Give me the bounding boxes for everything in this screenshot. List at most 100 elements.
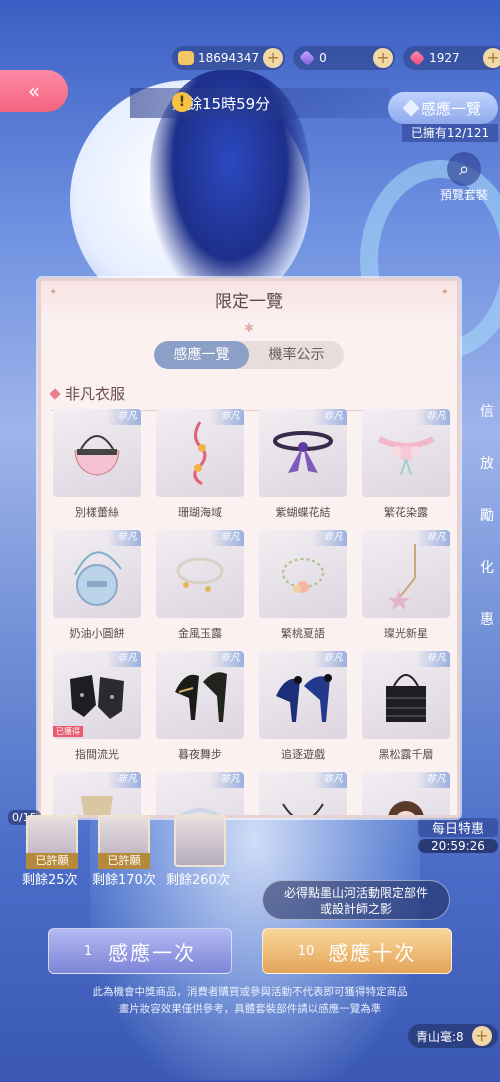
modal-tabs: 感應一覽 機率公示 <box>154 341 344 369</box>
chain-icon: 非凡 <box>53 772 141 815</box>
back-button[interactable]: « <box>0 70 68 112</box>
item-label: 金風玉露 <box>178 627 222 640</box>
grid-item[interactable]: 非凡 <box>259 772 347 815</box>
tiara-icon: 非凡 <box>156 772 244 815</box>
rarity-badge: 非凡 <box>107 772 141 788</box>
corner-ornament-icon: ✦ <box>49 287 58 298</box>
grid-item[interactable]: 非凡 <box>156 772 244 815</box>
remaining-count: 剩餘170次 <box>92 873 156 888</box>
daily-deal-time: 20:59:26 <box>418 839 498 853</box>
corner-ornament-icon: ✦ <box>440 287 449 298</box>
wish-status: 已許願 <box>98 853 150 869</box>
grid-item[interactable]: 非凡 黑松露千層 <box>362 651 450 764</box>
disclaimer-line: 此為機會中獎商品，消費者購買或參與活動不代表即可獲得特定商品 <box>92 986 408 998</box>
heels-icon: 非凡 <box>156 651 244 739</box>
diamond-bullet-icon <box>49 387 61 400</box>
draw-once-button[interactable]: 1 感應一次 <box>48 928 232 974</box>
guarantee-banner: 必得點墨山河活動限定部件 或設計師之影 <box>262 880 450 920</box>
add-gem-button[interactable]: + <box>483 48 500 68</box>
tab-probability[interactable]: 機率公示 <box>249 341 344 369</box>
handbag-icon: 非凡 <box>53 409 141 497</box>
grid-item[interactable]: 非凡 <box>53 772 141 815</box>
modal-title: 限定一覽 <box>41 281 457 323</box>
tab-induction-list[interactable]: 感應一覽 <box>154 341 249 369</box>
grid-item[interactable]: 非凡 繁桃夏語 <box>259 530 347 643</box>
grid-item[interactable]: 非凡 金風玉露 <box>156 530 244 643</box>
draw-cost: 1 <box>83 943 93 959</box>
event-timer: 剩餘15時59分 <box>130 88 390 118</box>
item-grid: 非凡 別樣蕾絲 非凡 珊瑚海域 非凡 紫蝴蝶花結 非凡 繁花染露 非凡 奶油小圓… <box>53 409 451 815</box>
preview-label: 預覽套裝 <box>439 188 488 202</box>
gem-counter: 1927 + <box>403 46 500 70</box>
rarity-badge: 非凡 <box>107 530 141 546</box>
rarity-badge: 非凡 <box>416 651 450 667</box>
grid-item[interactable]: 非凡 紫蝴蝶花結 <box>259 409 347 522</box>
blue-heels-icon: 非凡 <box>259 651 347 739</box>
induction-list-button[interactable]: 感應一覽 <box>388 92 498 124</box>
necklace-icon: 非凡 <box>259 772 347 815</box>
obtained-tag: 已獲得 <box>53 726 83 737</box>
grid-item[interactable]: 非凡 暮夜舞步 <box>156 651 244 764</box>
rarity-badge: 非凡 <box>313 409 347 425</box>
double-chevron-left-icon: « <box>27 79 41 103</box>
grid-item[interactable]: 非凡 璨光新星 <box>362 530 450 643</box>
bracelet-icon: 非凡 <box>156 530 244 618</box>
rarity-badge: 非凡 <box>416 409 450 425</box>
daily-deal-title: 每日特惠 <box>418 818 498 837</box>
section-header: 非凡衣服 <box>49 383 457 404</box>
grid-item[interactable]: 非凡 珊瑚海域 <box>156 409 244 522</box>
add-coin-button[interactable]: + <box>263 48 284 68</box>
item-label: 奶油小圓餅 <box>69 627 125 640</box>
grid-item[interactable]: 非凡 <box>362 772 450 815</box>
bracelet-beads-icon: 非凡 <box>259 530 347 618</box>
rarity-badge: 非凡 <box>313 530 347 546</box>
rarity-badge: 非凡 <box>210 772 244 788</box>
item-label: 黑松露千層 <box>378 748 434 761</box>
coin-icon <box>178 51 194 65</box>
rarity-badge: 非凡 <box>313 772 347 788</box>
portrait-avatar[interactable] <box>174 815 226 867</box>
star-earring-icon: 非凡 <box>362 530 450 618</box>
remaining-count: 剩餘260次 <box>166 873 230 888</box>
hairstyle-icon: 非凡 <box>362 772 450 815</box>
diamond-icon <box>402 99 420 117</box>
draw-ten-button[interactable]: 10 感應十次 <box>262 928 452 974</box>
currency-bar: 18694347 + 0 + 1927 + <box>172 46 500 70</box>
add-diamond-button[interactable]: + <box>373 48 394 68</box>
diamond-icon <box>299 50 316 66</box>
coral-earring-icon: 非凡 <box>156 409 244 497</box>
draw-cost: 10 <box>297 943 315 959</box>
black-bag-icon: 非凡 <box>362 651 450 739</box>
grid-item[interactable]: 非凡 追逐遊戲 <box>259 651 347 764</box>
limited-list-modal: ✦ ✦ 限定一覽 ✱ 感應一覽 機率公示 非凡衣服 非凡 別樣蕾絲 非凡 珊瑚海… <box>38 278 460 818</box>
choker-icon: 非凡 <box>259 409 347 497</box>
coin-counter: 18694347 + <box>172 46 286 70</box>
item-count-label: 青山毫:8 <box>416 1029 464 1044</box>
daily-deal[interactable]: 每日特惠 20:59:26 <box>418 818 498 853</box>
wish-portraits: 已許願 剩餘25次 已許願 剩餘170次 剩餘260次 <box>10 815 250 888</box>
rarity-badge: 非凡 <box>107 651 141 667</box>
gem-icon <box>409 50 426 66</box>
rarity-badge: 非凡 <box>210 409 244 425</box>
rarity-badge: 非凡 <box>313 651 347 667</box>
flower-choker-icon: 非凡 <box>362 409 450 497</box>
item-label: 璨光新星 <box>384 627 428 640</box>
disclaimer: 此為機會中獎商品，消費者購買或參與活動不代表即可獲得特定商品 畫片妝容效果僅供參… <box>40 984 460 1018</box>
wish-status: 已許願 <box>26 853 78 869</box>
grid-item[interactable]: 非凡 繁花染露 <box>362 409 450 522</box>
item-label: 別樣蕾絲 <box>75 506 119 519</box>
grid-item[interactable]: 非凡 已獲得 指間流光 <box>53 651 141 764</box>
section-title: 非凡衣服 <box>65 385 126 403</box>
draw-once-label: 感應一次 <box>108 940 197 965</box>
disclaimer-line: 畫片妝容效果僅供參考，具體套裝部件請以感應一覽為準 <box>118 1003 382 1015</box>
guarantee-line: 或設計師之影 <box>319 902 392 916</box>
gloves-icon: 非凡 已獲得 <box>53 651 141 739</box>
add-item-button[interactable]: + <box>471 1026 492 1046</box>
gem-value: 1927 <box>429 51 460 65</box>
diamond-value: 0 <box>319 51 327 65</box>
grid-item[interactable]: 非凡 別樣蕾絲 <box>53 409 141 522</box>
item-label: 指間流光 <box>75 748 119 761</box>
grid-item[interactable]: 非凡 奶油小圓餅 <box>53 530 141 643</box>
preview-outfit-button[interactable]: ⌕ 預覽套裝 <box>432 152 496 204</box>
alert-icon: ! <box>172 92 192 112</box>
